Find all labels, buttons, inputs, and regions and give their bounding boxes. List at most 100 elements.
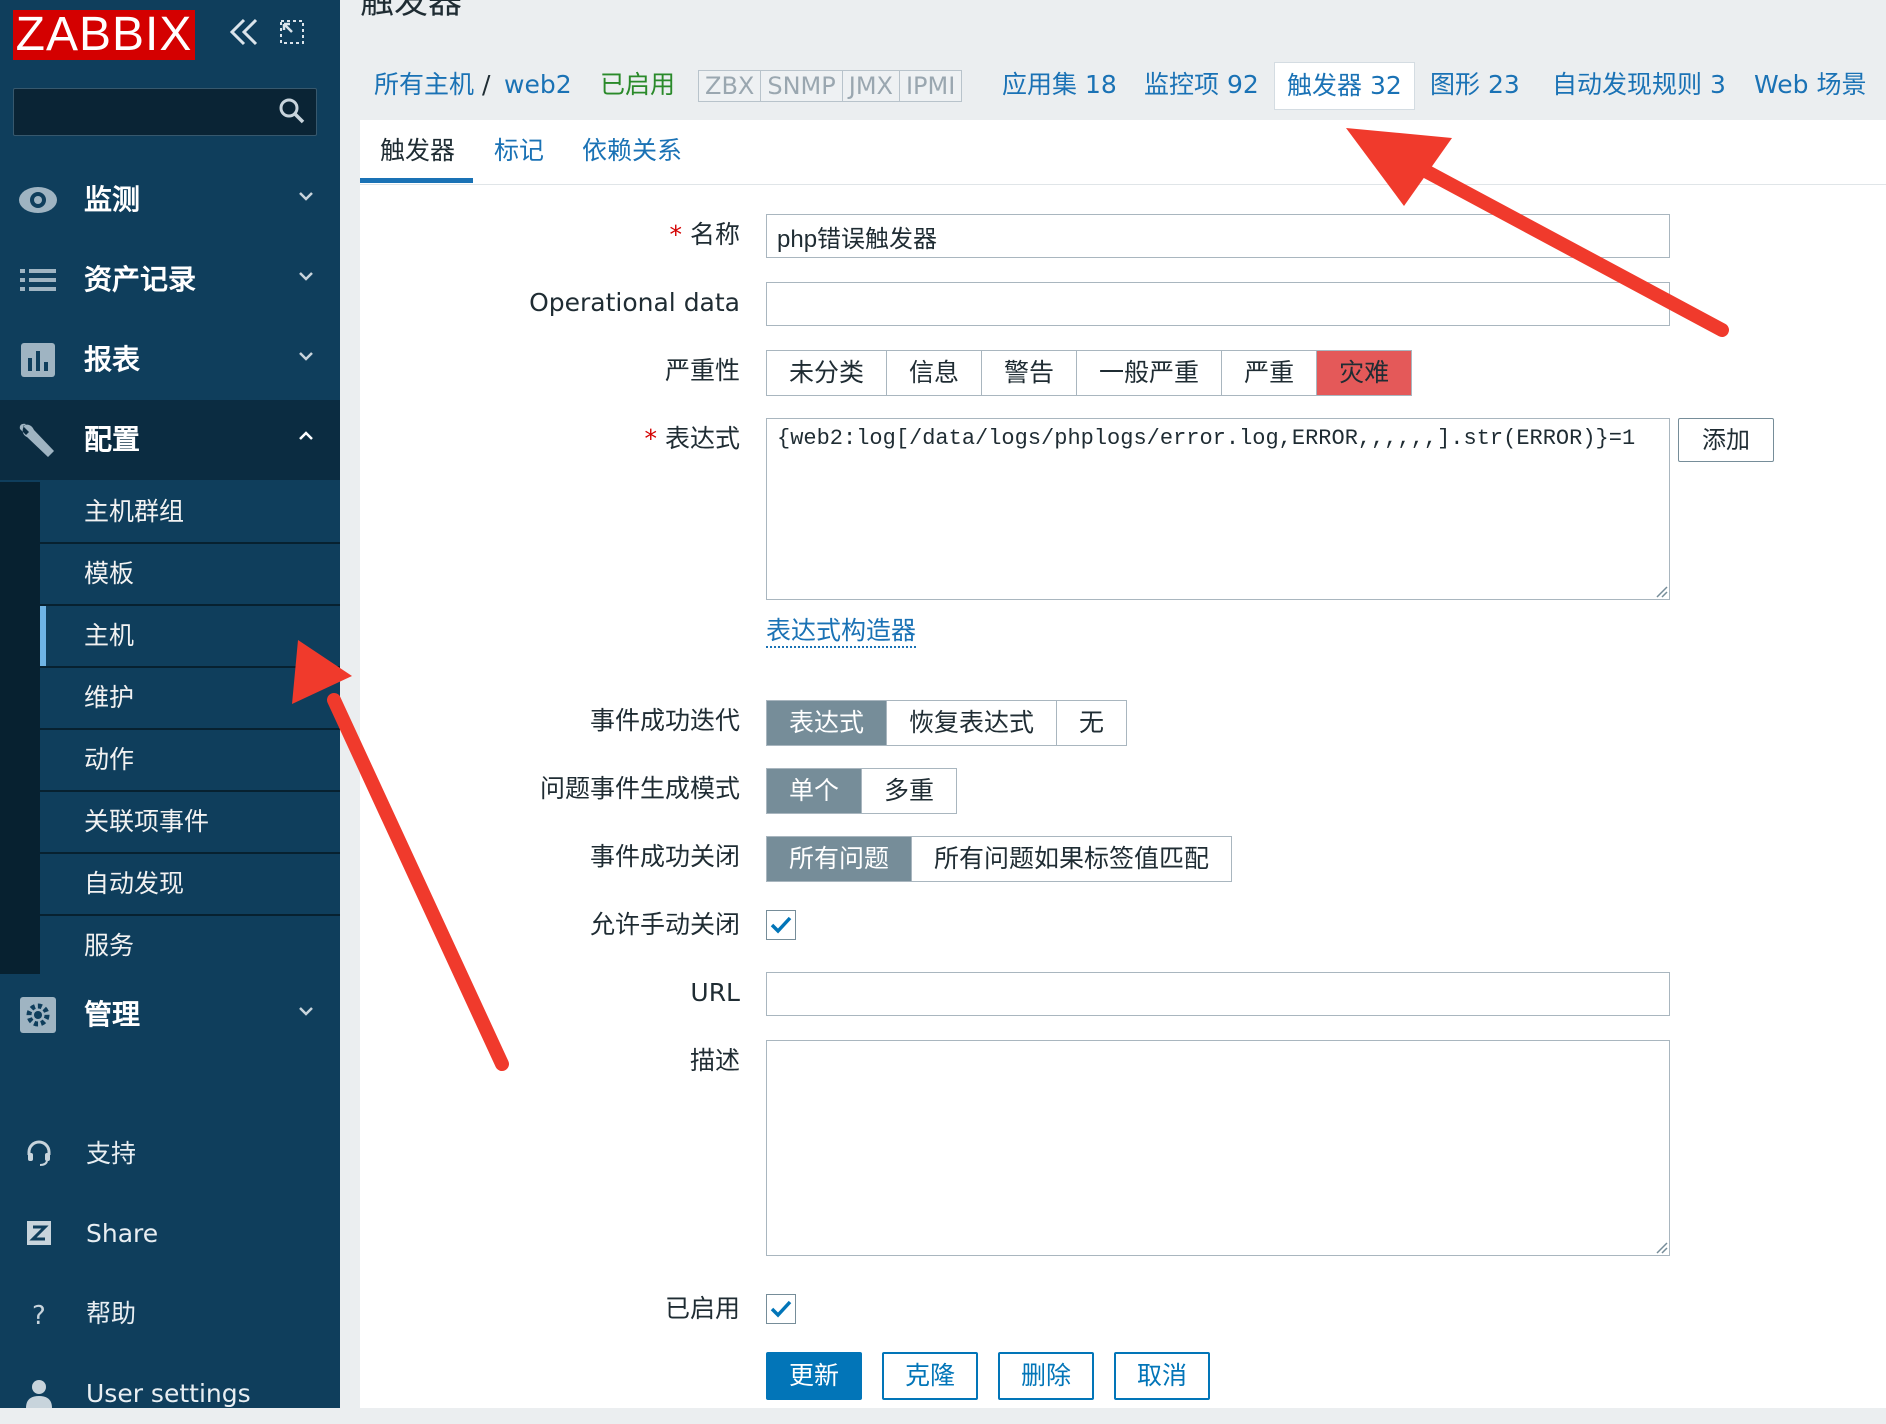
tab-discovery-rules[interactable]: 自动发现规则 3 bbox=[1552, 70, 1726, 100]
enabled-checkbox[interactable] bbox=[766, 1294, 796, 1324]
eye-icon bbox=[19, 187, 57, 213]
submenu-maintenance[interactable]: 维护 bbox=[40, 668, 340, 728]
footer-help[interactable]: ? 帮助 bbox=[0, 1284, 340, 1344]
tab-applications[interactable]: 应用集 18 bbox=[1002, 70, 1117, 100]
host-navigation-bar: 所有主机 / web2 已启用 ZBX SNMP JMX IPMI 应用集 18… bbox=[340, 40, 1886, 120]
url-label: URL bbox=[690, 978, 740, 1007]
configuration-submenu: 主机群组 模板 主机 维护 动作 关联项事件 自动发现 服务 bbox=[0, 482, 340, 976]
problem-event-mode-selector: 单个 多重 bbox=[766, 768, 958, 814]
severity-information[interactable]: 信息 bbox=[887, 351, 983, 395]
form-subtabs: 触发器 标记 依赖关系 bbox=[360, 120, 1886, 185]
severity-warning[interactable]: 警告 bbox=[982, 351, 1078, 395]
main-area: 触发器 所有主机 / web2 已启用 ZBX SNMP JMX IPMI 应用… bbox=[340, 0, 1886, 1408]
ok-close-tag-match[interactable]: 所有问题如果标签值匹配 bbox=[912, 837, 1232, 881]
ok-event-expression[interactable]: 表达式 bbox=[767, 701, 888, 745]
protocol-zbx: ZBX bbox=[699, 71, 762, 101]
ok-close-all-problems[interactable]: 所有问题 bbox=[767, 837, 913, 881]
double-chevron-left-icon[interactable] bbox=[228, 14, 260, 61]
chevron-down-icon bbox=[299, 1007, 313, 1016]
severity-disaster[interactable]: 灾难 bbox=[1317, 351, 1412, 395]
enabled-label: 已启用 bbox=[664, 1294, 740, 1323]
host-status-badge[interactable]: 已启用 bbox=[600, 70, 675, 100]
chevron-up-icon bbox=[299, 431, 313, 440]
help-icon: ? bbox=[32, 1301, 46, 1328]
severity-not-classified[interactable]: 未分类 bbox=[767, 351, 888, 395]
clone-button[interactable]: 克隆 bbox=[882, 1352, 978, 1400]
nav-configuration[interactable]: 配置 bbox=[0, 400, 340, 480]
checkmark-icon bbox=[770, 916, 792, 934]
submenu-templates[interactable]: 模板 bbox=[40, 544, 340, 604]
chevron-down-icon bbox=[299, 352, 313, 361]
nav-administration[interactable]: 管理 bbox=[0, 975, 340, 1055]
availability-indicators: ZBX SNMP JMX IPMI bbox=[698, 70, 963, 102]
tab-triggers[interactable]: 触发器 32 bbox=[1274, 62, 1415, 110]
submenu-discovery[interactable]: 自动发现 bbox=[40, 854, 340, 914]
name-input[interactable] bbox=[766, 214, 1670, 258]
submenu-actions[interactable]: 动作 bbox=[40, 730, 340, 790]
protocol-ipmi: IPMI bbox=[905, 72, 956, 100]
chevron-down-icon bbox=[299, 272, 313, 281]
fullscreen-icon[interactable] bbox=[278, 14, 306, 61]
operational-data-label: Operational data bbox=[529, 288, 740, 317]
trigger-form-panel: 触发器 标记 依赖关系 *名称 Operational data 严重性 未分类… bbox=[360, 120, 1886, 1408]
ok-event-closes-label: 事件成功关闭 bbox=[589, 842, 740, 871]
submenu-host-groups[interactable]: 主机群组 bbox=[40, 482, 340, 542]
submenu-event-correlation[interactable]: 关联项事件 bbox=[40, 792, 340, 852]
breadcrumb-all-hosts[interactable]: 所有主机 bbox=[374, 70, 474, 100]
severity-high[interactable]: 严重 bbox=[1222, 351, 1318, 395]
expression-builder-link[interactable]: 表达式构造器 bbox=[766, 616, 917, 648]
sidebar: ZABBIX 监测 资产记录 报表 配置 主机群组 模板 主机 维护 动作 关联… bbox=[0, 0, 340, 1408]
gear-icon bbox=[20, 997, 56, 1033]
user-icon bbox=[26, 1380, 52, 1408]
severity-average[interactable]: 一般严重 bbox=[1077, 351, 1223, 395]
submenu-hosts[interactable]: 主机 bbox=[40, 606, 340, 666]
resize-handle-icon[interactable] bbox=[1654, 1240, 1668, 1254]
list-icon bbox=[20, 269, 56, 291]
operational-data-input[interactable] bbox=[766, 282, 1670, 326]
nav-monitoring-label: 监测 bbox=[84, 183, 141, 216]
sidebar-search-input[interactable] bbox=[13, 88, 317, 136]
resize-handle-icon[interactable] bbox=[1654, 584, 1668, 598]
bar-chart-icon bbox=[21, 343, 55, 377]
update-button[interactable]: 更新 bbox=[766, 1352, 862, 1400]
ok-event-generation-label: 事件成功迭代 bbox=[589, 706, 740, 735]
tab-graphs[interactable]: 图形 23 bbox=[1430, 70, 1520, 100]
tab-items[interactable]: 监控项 92 bbox=[1144, 70, 1259, 100]
description-label: 描述 bbox=[689, 1046, 740, 1075]
breadcrumb-separator: / bbox=[482, 70, 491, 99]
url-input[interactable] bbox=[766, 972, 1670, 1016]
footer-user-settings[interactable]: User settings bbox=[0, 1364, 340, 1424]
nav-inventory-label: 资产记录 bbox=[84, 263, 197, 296]
subtab-dependencies[interactable]: 依赖关系 bbox=[582, 136, 682, 166]
ok-event-recovery-expression[interactable]: 恢复表达式 bbox=[887, 701, 1058, 745]
tab-web-scenarios[interactable]: Web 场景 bbox=[1754, 70, 1866, 100]
problem-mode-single[interactable]: 单个 bbox=[767, 769, 863, 813]
nav-reports[interactable]: 报表 bbox=[0, 320, 340, 400]
delete-button[interactable]: 删除 bbox=[998, 1352, 1094, 1400]
zabbix-logo[interactable]: ZABBIX bbox=[13, 10, 195, 60]
protocol-snmp: SNMP bbox=[761, 71, 843, 101]
ok-event-closes-selector: 所有问题 所有问题如果标签值匹配 bbox=[766, 836, 1233, 882]
nav-reports-label: 报表 bbox=[84, 343, 141, 376]
description-textarea[interactable] bbox=[766, 1040, 1670, 1256]
search-icon[interactable] bbox=[278, 97, 306, 125]
cancel-button[interactable]: 取消 bbox=[1114, 1352, 1210, 1400]
headset-icon bbox=[27, 1140, 51, 1166]
allow-manual-close-checkbox[interactable] bbox=[766, 910, 796, 940]
subtab-tags[interactable]: 标记 bbox=[494, 136, 544, 166]
subtab-trigger[interactable]: 触发器 bbox=[380, 136, 455, 166]
nav-monitoring[interactable]: 监测 bbox=[0, 160, 340, 240]
ok-event-none[interactable]: 无 bbox=[1057, 701, 1127, 745]
page-title: 触发器 bbox=[360, 0, 462, 22]
nav-inventory[interactable]: 资产记录 bbox=[0, 240, 340, 320]
expression-textarea[interactable]: {web2:log[/data/logs/phplogs/error.log,E… bbox=[766, 418, 1670, 600]
active-subtab-indicator bbox=[360, 178, 473, 183]
add-expression-button[interactable]: 添加 bbox=[1678, 418, 1774, 462]
breadcrumb-host[interactable]: web2 bbox=[504, 70, 572, 100]
problem-mode-multiple[interactable]: 多重 bbox=[862, 769, 957, 813]
footer-support[interactable]: 支持 bbox=[0, 1124, 340, 1184]
share-z-icon bbox=[27, 1221, 51, 1245]
submenu-services[interactable]: 服务 bbox=[40, 916, 340, 976]
problem-event-mode-label: 问题事件生成模式 bbox=[539, 774, 740, 803]
footer-share[interactable]: Share bbox=[0, 1204, 340, 1264]
